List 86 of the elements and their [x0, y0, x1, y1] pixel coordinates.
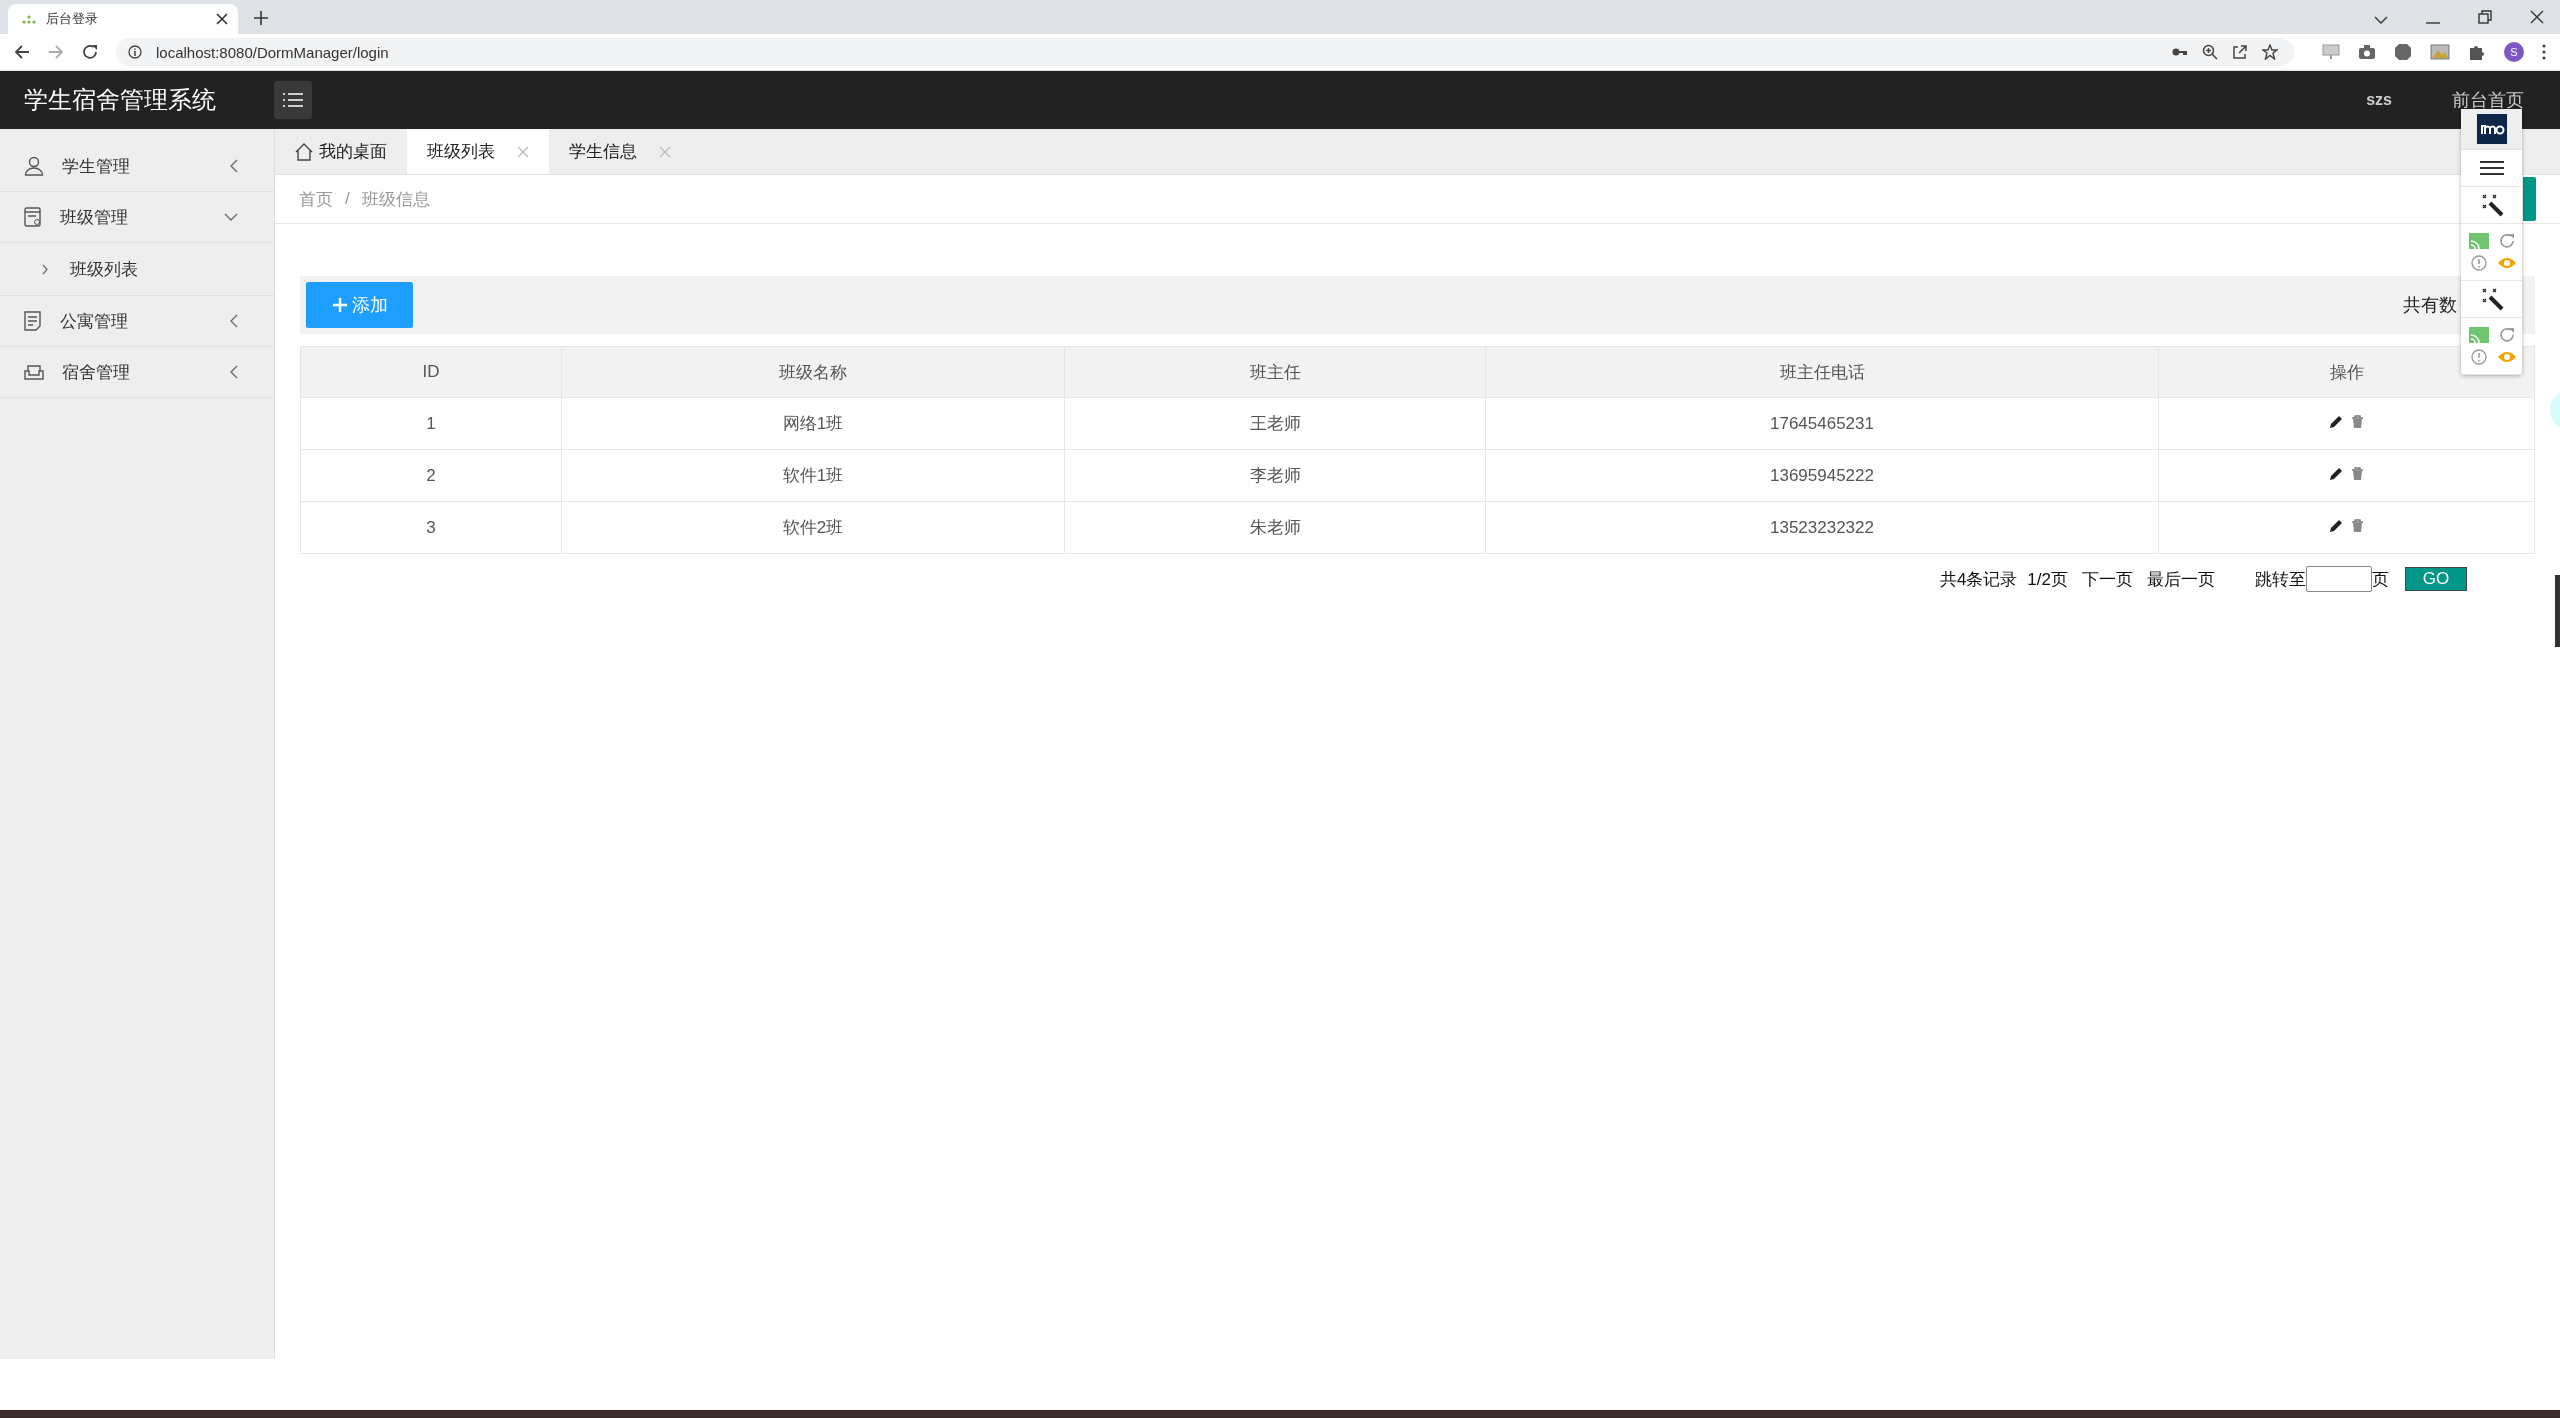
chevron-left-icon: [230, 159, 238, 173]
page-tab[interactable]: 学生信息: [549, 129, 691, 174]
table-cell: 2: [300, 449, 562, 502]
screen-icon[interactable]: [2322, 44, 2340, 60]
chevron-down-icon[interactable]: [2374, 16, 2388, 24]
side-handle[interactable]: [2555, 575, 2560, 647]
user-icon: [24, 156, 44, 176]
total-records: 共4条记录: [1939, 568, 2018, 591]
dots-icon: [22, 14, 36, 24]
menu-icon: [283, 92, 303, 108]
refresh-icon[interactable]: [2498, 233, 2515, 249]
app-title: 学生宿舍管理系统: [24, 85, 217, 115]
close-icon[interactable]: [2530, 10, 2544, 24]
next-page-link[interactable]: 下一页: [2082, 567, 2133, 591]
browser-tab[interactable]: 后台登录: [8, 4, 238, 34]
share-icon[interactable]: [2232, 44, 2248, 60]
menu-button[interactable]: [274, 81, 312, 119]
logo-icon[interactable]: [2476, 114, 2507, 144]
octagon-icon[interactable]: [2394, 43, 2412, 61]
go-button[interactable]: GO: [2405, 567, 2467, 591]
reload-icon[interactable]: [82, 44, 98, 60]
chevron-left-icon: [230, 365, 238, 379]
sidebar-item[interactable]: 公寓管理: [0, 296, 274, 347]
table-cell: 3: [300, 501, 562, 554]
camera-icon[interactable]: [2358, 44, 2376, 60]
table-cell: 软件2班: [561, 501, 1065, 554]
sidebar-subitem[interactable]: 班级列表: [0, 243, 274, 296]
plus-icon: [331, 297, 348, 313]
table-cell: 1: [300, 397, 562, 450]
sidebar-item[interactable]: 学生管理: [0, 141, 274, 192]
profile-avatar[interactable]: S: [2504, 42, 2524, 62]
chevron-right-icon: [42, 263, 48, 275]
trash-icon[interactable]: [2351, 466, 2364, 481]
table-cell: 软件1班: [561, 449, 1065, 502]
puzzle-icon[interactable]: [2468, 43, 2486, 61]
column-header: 班级名称: [561, 346, 1065, 398]
alert-icon[interactable]: [2470, 255, 2487, 271]
front-page-link[interactable]: 前台首页: [2452, 88, 2524, 112]
alert-icon[interactable]: [2470, 349, 2487, 365]
address-field[interactable]: localhost:8080/DormManager/login: [116, 38, 2294, 66]
sidebar-item[interactable]: 宿舍管理: [0, 347, 274, 398]
chevron-left-icon: [230, 314, 238, 328]
chevron-down-icon: [224, 213, 238, 221]
page-unit: 页: [2372, 568, 2389, 591]
restore-icon[interactable]: [2478, 10, 2492, 24]
page-tab[interactable]: 我的桌面: [275, 129, 407, 174]
note-icon: [24, 311, 42, 331]
table-cell: 李老师: [1064, 449, 1486, 502]
edit-icon[interactable]: [2329, 518, 2343, 533]
menu-icon[interactable]: [2479, 160, 2504, 176]
home-icon: [295, 142, 313, 161]
info-icon: [128, 45, 142, 59]
zoom-icon[interactable]: [2202, 44, 2218, 60]
column-header: 操作: [2158, 346, 2535, 398]
page-input[interactable]: [2306, 566, 2372, 592]
page-tab[interactable]: 班级列表: [407, 129, 549, 174]
column-header: 班主任: [1064, 346, 1486, 398]
record-count: 共有数: [2403, 294, 2457, 317]
user-name[interactable]: szs: [2366, 91, 2392, 109]
table-cell: 17645465231: [1485, 397, 2159, 450]
close-icon[interactable]: [216, 13, 228, 25]
table-cell: 王老师: [1064, 397, 1486, 450]
column-header: 班主任电话: [1485, 346, 2159, 398]
breadcrumb-separator: /: [345, 189, 350, 209]
table-cell: 朱老师: [1064, 501, 1486, 554]
document-icon: [24, 207, 42, 227]
table-cell: 13523232322: [1485, 501, 2159, 554]
table-cell: 13695945222: [1485, 449, 2159, 502]
column-header: ID: [300, 346, 562, 398]
plus-icon[interactable]: [254, 11, 268, 25]
edit-icon[interactable]: [2329, 466, 2343, 481]
more-icon[interactable]: [2542, 44, 2546, 60]
sofa-icon: [24, 363, 44, 381]
sidebar-item[interactable]: 班级管理: [0, 192, 274, 243]
refresh-icon[interactable]: [2498, 327, 2515, 343]
trash-icon[interactable]: [2351, 414, 2364, 429]
jump-label: 跳转至: [2255, 568, 2306, 591]
back-icon[interactable]: [14, 44, 30, 60]
star-icon[interactable]: [2262, 44, 2278, 60]
last-page-link[interactable]: 最后一页: [2147, 567, 2215, 591]
trash-icon[interactable]: [2351, 518, 2364, 533]
table-cell: 网络1班: [561, 397, 1065, 450]
edit-icon[interactable]: [2329, 414, 2343, 429]
key-icon[interactable]: [2172, 47, 2188, 57]
page-indicator: 1/2页: [2027, 568, 2068, 591]
browser-tab-title: 后台登录: [46, 10, 99, 28]
